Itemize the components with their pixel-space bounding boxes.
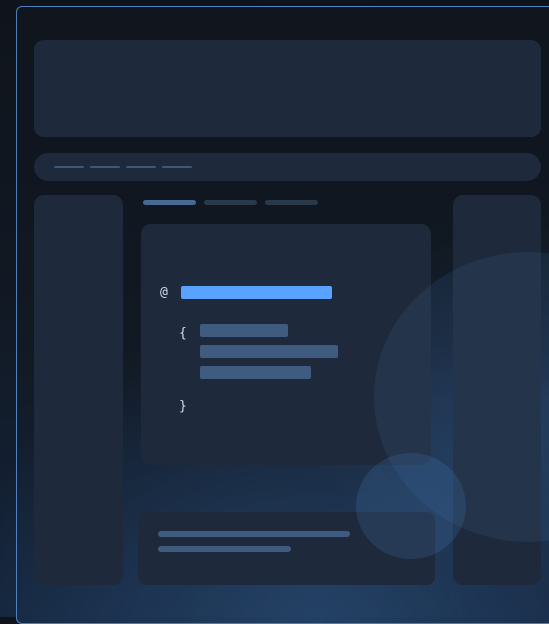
property-line-3 (200, 366, 311, 379)
tab-3[interactable] (265, 200, 318, 205)
code-preview-card: @ { } (141, 224, 431, 465)
property-line-1 (200, 324, 288, 337)
info-line-1 (158, 531, 350, 537)
nav-link-3[interactable] (126, 166, 156, 168)
header-hero-panel (34, 40, 541, 137)
app-window: @ { } (16, 6, 549, 624)
close-brace: } (179, 399, 187, 414)
nav-link-2[interactable] (90, 166, 120, 168)
tab-2[interactable] (204, 200, 257, 205)
nav-link-1[interactable] (54, 166, 84, 168)
open-brace: { (179, 326, 187, 341)
property-line-2 (200, 345, 338, 358)
top-navigation-bar (34, 153, 541, 181)
at-symbol: @ (160, 285, 168, 300)
selector-placeholder (181, 286, 332, 299)
left-sidebar (34, 195, 123, 585)
nav-link-4[interactable] (162, 166, 192, 168)
nav-links (54, 166, 192, 168)
tab-active[interactable] (143, 200, 196, 205)
tab-bar (143, 200, 318, 205)
right-sidebar (453, 195, 541, 585)
info-line-2 (158, 546, 291, 552)
bottom-info-card (138, 512, 435, 585)
